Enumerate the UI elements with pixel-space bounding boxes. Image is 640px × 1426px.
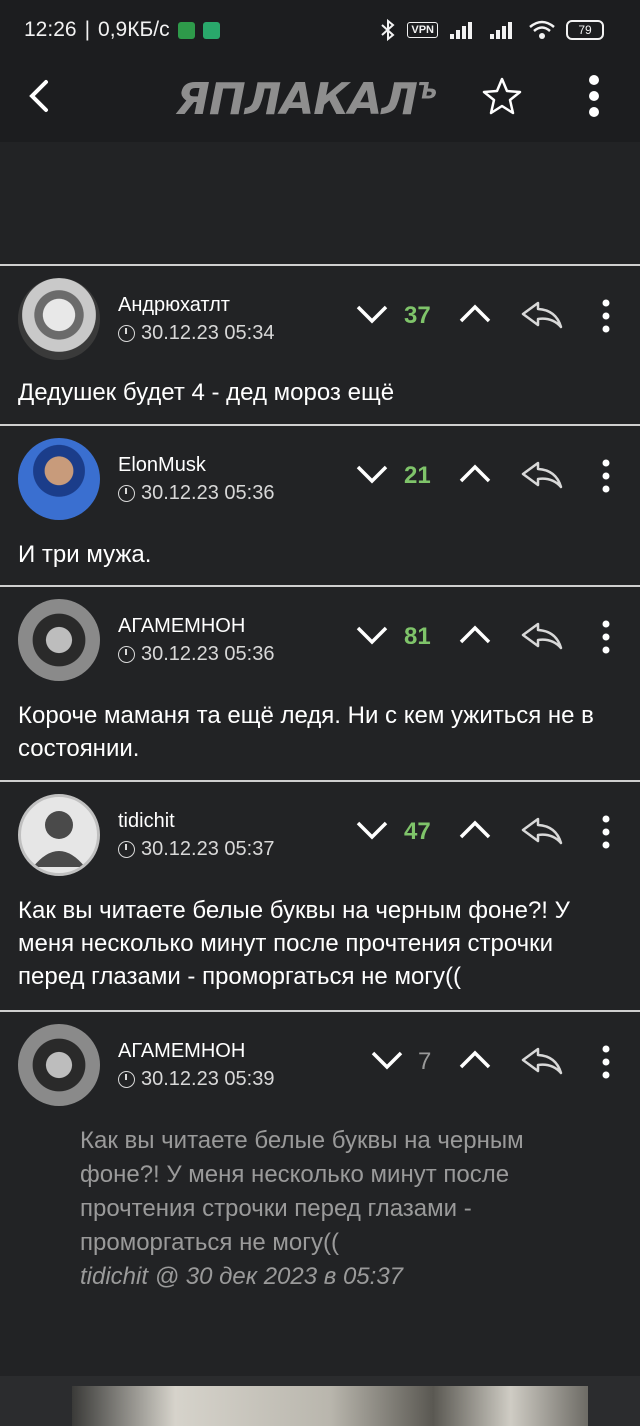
comment: Андрюхатлт 30.12.23 05:34 37 Дедушек буд… xyxy=(0,264,640,426)
status-time: 12:26 xyxy=(24,18,77,41)
status-right: VPN 79 xyxy=(379,18,604,42)
vote-down-icon[interactable] xyxy=(370,1048,404,1072)
status-bar: 12:26 | 0,9КБ/с VPN 79 xyxy=(0,0,640,62)
bluetooth-icon xyxy=(381,18,395,42)
timestamp: 30.12.23 05:39 xyxy=(118,1068,274,1091)
comment-more-icon[interactable] xyxy=(598,619,614,655)
clock-icon xyxy=(118,841,135,858)
comment: АГАМЕМНОН 30.12.23 05:39 7 Как вы читает… xyxy=(0,1010,640,1378)
vote-up-icon[interactable] xyxy=(458,818,492,842)
vote-up-icon[interactable] xyxy=(458,623,492,647)
username[interactable]: АГАМЕМНОН xyxy=(118,1040,245,1063)
spacer xyxy=(0,142,640,264)
signal-icon xyxy=(450,22,472,39)
comment: tidichit 30.12.23 05:37 47 Как вы читает… xyxy=(0,780,640,1010)
vote-up-icon[interactable] xyxy=(458,1048,492,1072)
post-image[interactable] xyxy=(72,1386,588,1426)
vote-up-icon[interactable] xyxy=(458,462,492,486)
clock-icon xyxy=(118,325,135,342)
vote-down-icon[interactable] xyxy=(355,462,389,486)
app-bar: ЯПЛАКАЛЪ xyxy=(0,62,640,142)
avatar[interactable] xyxy=(18,794,100,876)
comment-text: Короче маманя та ещё ледя. Ни с кем ужит… xyxy=(18,702,594,762)
comment-more-icon[interactable] xyxy=(598,814,614,850)
score: 81 xyxy=(404,623,431,650)
comment-more-icon[interactable] xyxy=(598,458,614,494)
timestamp: 30.12.23 05:37 xyxy=(118,838,274,861)
username[interactable]: tidichit xyxy=(118,810,175,833)
back-button[interactable] xyxy=(22,78,58,114)
vote-down-icon[interactable] xyxy=(355,818,389,842)
reply-icon[interactable] xyxy=(520,816,564,846)
more-menu-button[interactable] xyxy=(582,74,606,118)
comment-more-icon[interactable] xyxy=(598,298,614,334)
vote-down-icon[interactable] xyxy=(355,623,389,647)
battery-icon: 79 xyxy=(566,20,604,40)
quote-attribution[interactable]: tidichit @ 30 дек 2023 в 05:37 xyxy=(80,1260,600,1294)
vote-up-icon[interactable] xyxy=(458,302,492,326)
star-icon[interactable] xyxy=(482,76,522,116)
timestamp: 30.12.23 05:36 xyxy=(118,643,274,666)
reply-icon[interactable] xyxy=(520,1046,564,1076)
shield-icon xyxy=(177,21,195,39)
vote-down-icon[interactable] xyxy=(355,302,389,326)
vpn-icon: VPN xyxy=(407,22,438,38)
comment: АГАМЕМНОН 30.12.23 05:36 81 Короче маман… xyxy=(0,585,640,781)
comment-more-icon[interactable] xyxy=(598,1044,614,1080)
quoted-comment: Как вы читаете белые буквы на черным фон… xyxy=(80,1124,600,1294)
avatar[interactable] xyxy=(18,438,100,520)
comment: ElonMusk 30.12.23 05:36 21 И три мужа. xyxy=(0,424,640,586)
avatar[interactable] xyxy=(18,599,100,681)
comment-text: Дедушек будет 4 - дед мороз ещё xyxy=(18,379,395,406)
clock-icon xyxy=(118,485,135,502)
timestamp: 30.12.23 05:36 xyxy=(118,482,274,505)
comment-text: И три мужа. xyxy=(18,541,152,568)
status-speed: 0,9КБ/с xyxy=(98,18,170,41)
comment-text: Как вы читаете белые буквы на черным фон… xyxy=(18,897,570,990)
reply-icon[interactable] xyxy=(520,621,564,651)
reply-icon[interactable] xyxy=(520,460,564,490)
score: 7 xyxy=(418,1048,432,1075)
score: 37 xyxy=(404,302,431,329)
timestamp: 30.12.23 05:34 xyxy=(118,322,274,345)
clock-icon xyxy=(118,646,135,663)
username[interactable]: АГАМЕМНОН xyxy=(118,615,245,638)
score: 47 xyxy=(404,818,431,845)
score: 21 xyxy=(404,462,431,489)
username[interactable]: ElonMusk xyxy=(118,454,206,477)
quote-text: Как вы читаете белые буквы на черным фон… xyxy=(80,1127,524,1256)
avatar[interactable] xyxy=(18,1024,100,1106)
status-left: 12:26 | 0,9КБ/с xyxy=(24,18,220,42)
default-avatar-icon xyxy=(33,811,85,867)
signal-icon-2 xyxy=(490,22,512,39)
avatar[interactable] xyxy=(18,278,100,360)
app-logo[interactable]: ЯПЛАКАЛЪ xyxy=(176,74,438,125)
reply-icon[interactable] xyxy=(520,300,564,330)
kaspersky-icon xyxy=(202,21,220,39)
wifi-icon xyxy=(529,20,555,39)
username[interactable]: Андрюхатлт xyxy=(118,294,230,317)
clock-icon xyxy=(118,1071,135,1088)
